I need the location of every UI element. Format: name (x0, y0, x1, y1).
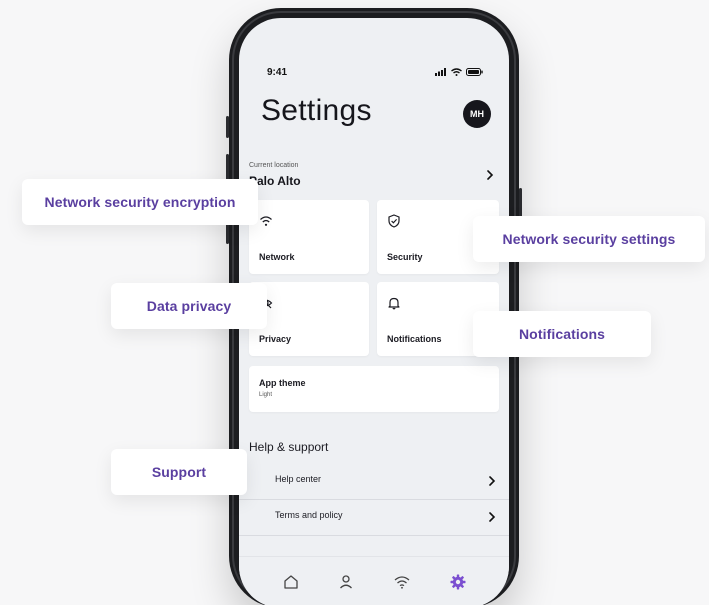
callout-network-security-encryption: Network security encryption (22, 179, 258, 225)
callout-notifications: Notifications (473, 311, 651, 357)
help-center-row[interactable]: Help center (239, 464, 509, 500)
chevron-right-icon (487, 170, 494, 180)
callout-support: Support (111, 449, 247, 495)
tile-network[interactable]: Network (249, 200, 369, 274)
page-title: Settings (261, 94, 372, 127)
phone-frame: 9:41 Settings MH Current location Palo A… (226, 8, 522, 605)
location-caption: Current location (249, 162, 299, 169)
help-center-label: Help center (275, 474, 322, 484)
tab-bar (239, 556, 509, 605)
phone-screen: 9:41 Settings MH Current location Palo A… (239, 18, 509, 605)
shield-check-icon (388, 214, 400, 228)
tile-label-privacy: Privacy (259, 334, 292, 344)
bell-icon (388, 297, 400, 310)
wifi-icon (260, 216, 272, 226)
tile-label-network: Network (259, 252, 295, 262)
current-location-row[interactable]: Current location Palo Alto (249, 158, 499, 192)
terms-policy-label: Terms and policy (275, 510, 343, 520)
wifi-icon[interactable] (393, 573, 411, 591)
wifi-status-icon (451, 68, 462, 76)
avatar[interactable]: MH (463, 100, 491, 128)
tile-label-notifications: Notifications (387, 334, 442, 344)
chevron-right-icon (489, 476, 496, 486)
mute-switch (226, 116, 229, 138)
home-icon[interactable] (282, 573, 300, 591)
battery-icon (466, 68, 483, 76)
status-bar: 9:41 (267, 65, 483, 79)
cellular-signal-icon (435, 68, 446, 76)
callout-network-security-settings: Network security settings (473, 216, 705, 262)
app-theme-title: App theme (259, 378, 306, 388)
tile-label-security: Security (387, 252, 423, 262)
person-icon[interactable] (337, 573, 355, 591)
status-time: 9:41 (267, 66, 288, 78)
app-theme-row[interactable]: App theme Light (249, 366, 499, 412)
tile-privacy[interactable]: Privacy (249, 282, 369, 356)
help-support-heading: Help & support (249, 440, 329, 454)
chevron-right-icon (489, 512, 496, 522)
status-icons (435, 68, 483, 76)
terms-policy-row[interactable]: Terms and policy (239, 500, 509, 536)
app-theme-value: Light (259, 392, 273, 398)
gear-icon[interactable] (449, 573, 467, 591)
callout-data-privacy: Data privacy (111, 283, 267, 329)
